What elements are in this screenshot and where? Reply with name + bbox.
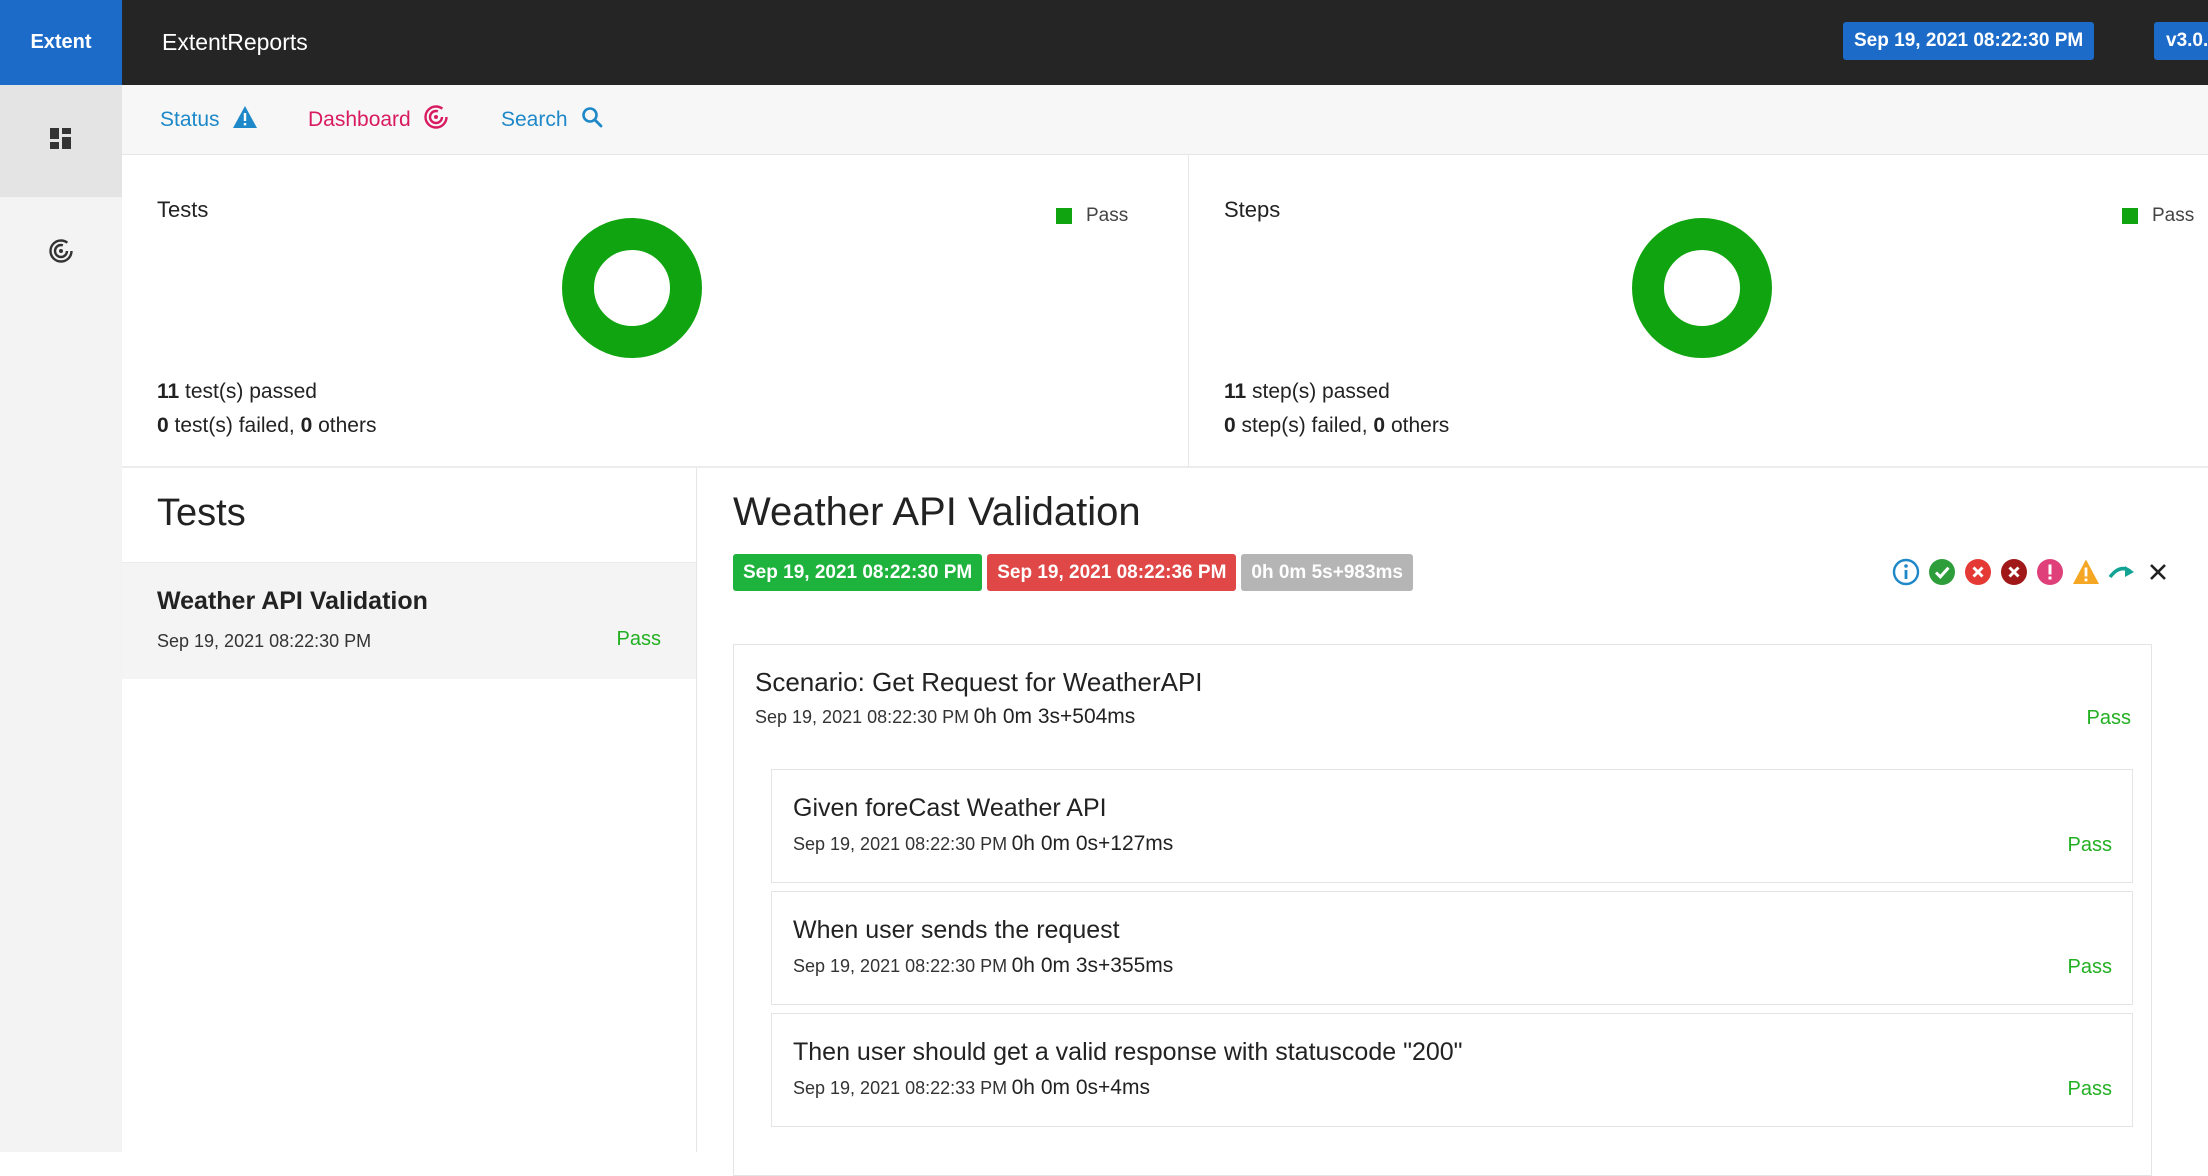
step-duration: 0h 0m 0s+127ms [1011, 832, 1174, 855]
fail-icon[interactable] [1964, 558, 1992, 586]
steps-failed-text: step(s) failed, [1235, 414, 1374, 437]
warning-icon[interactable] [2072, 558, 2100, 586]
steps-passed-count: 11 [1224, 380, 1247, 403]
step-name: Given foreCast Weather API [793, 794, 1107, 822]
start-time-badge: Sep 19, 2021 08:22:30 PM [733, 554, 983, 591]
step-status: Pass [2067, 1078, 2112, 1100]
step-meta: Sep 19, 2021 08:22:33 PM 0h 0m 0s+4ms [793, 1076, 1150, 1100]
steps-others-count: 0 [1373, 414, 1386, 437]
dashboard-grid-icon [49, 127, 73, 156]
steps-donut-chart [1632, 218, 1772, 358]
scenario-status: Pass [2086, 707, 2131, 729]
step-node[interactable]: Given foreCast Weather API Sep 19, 2021 … [771, 769, 2133, 883]
sidenav-item-target[interactable] [0, 197, 122, 309]
target-icon [48, 238, 74, 269]
subnav-search-label: Search [501, 107, 568, 131]
test-detail-title: Weather API Validation [733, 490, 1141, 534]
clear-icon[interactable] [2144, 558, 2172, 586]
step-name: Then user should get a valid response wi… [793, 1038, 1463, 1066]
scenario-duration: 0h 0m 3s+504ms [973, 705, 1136, 728]
step-status: Pass [2067, 956, 2112, 978]
steps-passed-stat: 11 step(s) passed [1224, 380, 1390, 404]
sidenav-item-dashboard-view[interactable] [0, 85, 122, 197]
skip-icon[interactable] [2108, 558, 2136, 586]
steps-donut-pass-segment [1632, 218, 1772, 358]
step-status: Pass [2067, 834, 2112, 856]
info-icon[interactable] [1892, 558, 1920, 586]
app-title: ExtentReports [162, 29, 308, 55]
tests-others-count: 0 [300, 414, 313, 437]
error-icon[interactable] [2036, 558, 2064, 586]
test-status: Pass [616, 628, 661, 650]
step-node[interactable]: Then user should get a valid response wi… [771, 1013, 2133, 1127]
step-node[interactable]: When user sends the request Sep 19, 2021… [771, 891, 2133, 1005]
scenario-card[interactable]: Scenario: Get Request for WeatherAPI Sep… [733, 644, 2152, 1176]
step-meta: Sep 19, 2021 08:22:30 PM 0h 0m 0s+127ms [793, 832, 1173, 856]
status-filter-bar [1892, 558, 2172, 586]
tests-passed-text: test(s) passed [179, 380, 317, 403]
scenario-meta: Sep 19, 2021 08:22:30 PM 0h 0m 3s+504ms [755, 705, 1135, 729]
subnav-dashboard-label: Dashboard [308, 107, 411, 131]
step-time: Sep 19, 2021 08:22:30 PM [793, 834, 1008, 854]
tests-summary-card: Tests Pass 11 test(s) passed 0 test(s) f… [122, 155, 1189, 466]
sub-nav: Status Dashboard Search [122, 85, 2208, 155]
side-nav [0, 85, 123, 1152]
search-icon [580, 105, 604, 135]
subnav-status[interactable]: Status [160, 85, 258, 154]
legend-pass-swatch [1056, 208, 1072, 224]
steps-others-text: others [1385, 414, 1450, 437]
scenario-name: Scenario: Get Request for WeatherAPI [755, 667, 1203, 697]
duration-badge: 0h 0m 5s+983ms [1241, 554, 1413, 591]
test-detail-pane: Weather API Validation Sep 19, 2021 08:2… [697, 468, 2208, 1176]
steps-passed-text: step(s) passed [1246, 380, 1390, 403]
top-bar: Extent ExtentReports Sep 19, 2021 08:22:… [0, 0, 2208, 85]
steps-card-title: Steps [1224, 197, 1281, 222]
tests-failed-count: 0 [157, 414, 169, 437]
target-icon [423, 104, 449, 136]
steps-failed-count: 0 [1224, 414, 1236, 437]
report-date-badge: Sep 19, 2021 08:22:30 PM [1843, 22, 2095, 60]
tests-failed-text: test(s) failed, [168, 414, 301, 437]
brand-logo[interactable]: Extent [0, 0, 122, 85]
step-time: Sep 19, 2021 08:22:30 PM [793, 956, 1008, 976]
test-time-badges: Sep 19, 2021 08:22:30 PM Sep 19, 2021 08… [733, 554, 1413, 591]
legend-pass-label: Pass [1086, 205, 1129, 226]
subnav-dashboard[interactable]: Dashboard [308, 85, 449, 154]
tests-passed-stat: 11 test(s) passed [157, 380, 317, 404]
step-meta: Sep 19, 2021 08:22:30 PM 0h 0m 3s+355ms [793, 954, 1173, 978]
legend-pass-swatch [2122, 208, 2138, 224]
steps-summary-card: Steps Pass 11 step(s) passed 0 step(s) f… [1189, 155, 2208, 466]
legend-pass-label: Pass [2152, 205, 2195, 226]
subnav-status-label: Status [160, 107, 220, 131]
tests-donut-chart [562, 218, 702, 358]
tests-failed-stat: 0 test(s) failed, 0 others [157, 414, 376, 438]
tests-others-text: others [312, 414, 377, 437]
step-time: Sep 19, 2021 08:22:33 PM [793, 1078, 1008, 1098]
tests-passed-count: 11 [157, 380, 180, 403]
test-time: Sep 19, 2021 08:22:30 PM [157, 631, 372, 651]
step-duration: 0h 0m 3s+355ms [1011, 954, 1174, 977]
test-list-item[interactable]: Weather API Validation Sep 19, 2021 08:2… [122, 563, 696, 679]
end-time-badge: Sep 19, 2021 08:22:36 PM [987, 554, 1237, 591]
tests-card-title: Tests [157, 197, 209, 222]
tests-list-pane: Tests Weather API Validation Sep 19, 202… [122, 468, 697, 1152]
test-name: Weather API Validation [157, 587, 428, 615]
step-duration: 0h 0m 0s+4ms [1011, 1076, 1150, 1099]
tests-chart-legend: Pass [1056, 205, 1128, 227]
tests-list-heading: Tests [157, 492, 246, 534]
warning-triangle-icon [232, 105, 258, 135]
fatal-icon[interactable] [2000, 558, 2028, 586]
tests-donut-pass-segment [562, 218, 702, 358]
scenario-time: Sep 19, 2021 08:22:30 PM [755, 707, 970, 727]
pass-icon[interactable] [1928, 558, 1956, 586]
step-name: When user sends the request [793, 916, 1120, 944]
steps-failed-stat: 0 step(s) failed, 0 others [1224, 414, 1449, 438]
steps-chart-legend: Pass [2122, 205, 2194, 227]
subnav-search[interactable]: Search [501, 85, 604, 154]
version-badge: v3.0. [2154, 22, 2208, 60]
